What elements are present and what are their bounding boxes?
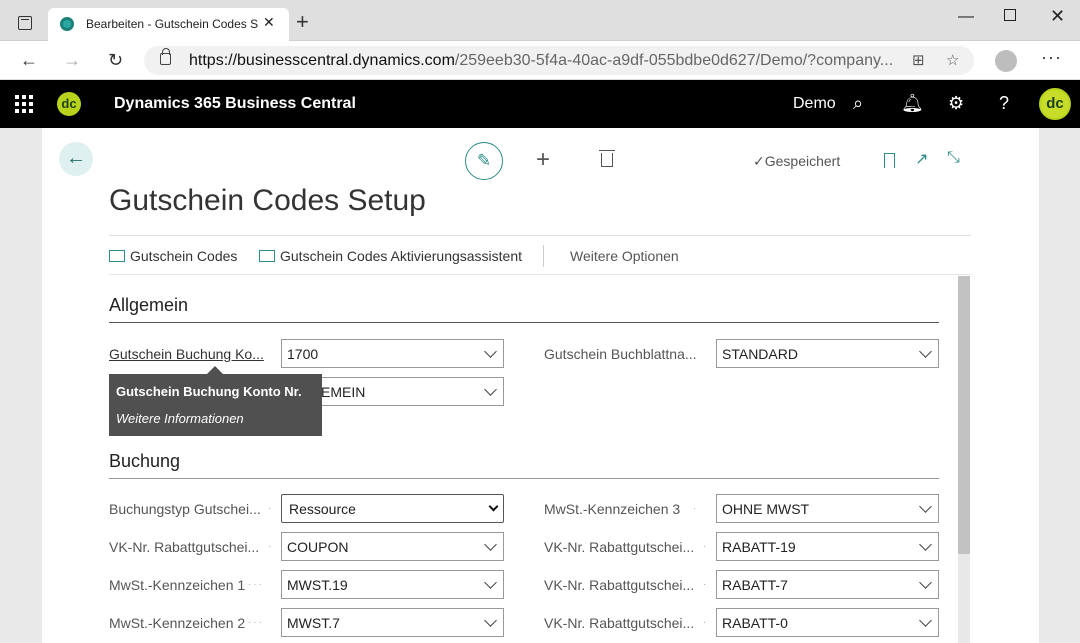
wizard-icon xyxy=(259,250,275,262)
bc-favicon-icon xyxy=(60,17,74,31)
field-label-mwst-1: MwSt.-Kennzeichen 1 xyxy=(109,577,246,593)
company-logo: dc xyxy=(57,92,81,116)
chevron-down-icon[interactable] xyxy=(919,345,932,358)
vk-nr-coupon-field[interactable]: COUPON xyxy=(281,532,504,561)
window-close-icon[interactable]: ✕ xyxy=(1050,6,1065,27)
label-dots: · xyxy=(703,617,709,628)
app-title[interactable]: Dynamics 365 Business Central xyxy=(114,95,356,113)
buchung-konto-field[interactable]: 1700 xyxy=(281,339,504,368)
mwst-1-field[interactable]: MWST.19 xyxy=(281,570,504,599)
maximize-icon[interactable] xyxy=(1004,9,1016,21)
browser-tab[interactable]: Bearbeiten - Gutschein Codes Se ✕ xyxy=(48,8,289,41)
minimize-icon[interactable]: — xyxy=(958,8,974,26)
action-bar: Gutschein Codes Gutschein Codes Aktivier… xyxy=(109,235,971,275)
delete-icon[interactable] xyxy=(599,150,615,167)
gear-icon[interactable]: ⚙ xyxy=(948,93,964,114)
field-label-buchblattname: Gutschein Buchblattna... xyxy=(544,346,697,362)
help-icon[interactable]: ? xyxy=(999,93,1009,114)
chevron-down-icon[interactable] xyxy=(484,576,497,589)
field-tooltip: Gutschein Buchung Konto Nr. Weitere Info… xyxy=(109,366,322,436)
tooltip-more-info-link[interactable]: Weitere Informationen xyxy=(116,411,315,426)
new-button[interactable]: + xyxy=(536,146,550,174)
tab-close-icon[interactable]: ✕ xyxy=(263,14,275,31)
buchungstyp-select[interactable]: Ressource xyxy=(281,494,504,523)
edit-button[interactable]: ✎ xyxy=(465,142,503,180)
label-dots: · xyxy=(268,541,274,552)
browser-back-icon[interactable]: ← xyxy=(20,50,38,71)
buchblattname-field[interactable]: STANDARD xyxy=(716,339,939,368)
bell-icon[interactable]: 🔔︎ xyxy=(901,93,924,114)
chevron-down-icon[interactable] xyxy=(919,576,932,589)
reload-icon[interactable]: ↻ xyxy=(108,50,123,71)
label-dots: · xyxy=(703,579,709,590)
url-field[interactable]: https://businesscentral.dynamics.com/259… xyxy=(144,46,974,75)
field-label-buchungstyp: Buchungstyp Gutschei... xyxy=(109,501,261,517)
field-label-vk-nr-0: VK-Nr. Rabattgutschei... xyxy=(544,615,695,631)
chevron-down-icon[interactable] xyxy=(919,500,932,513)
chevron-down-icon[interactable] xyxy=(484,614,497,627)
avatar[interactable]: dc xyxy=(1039,88,1071,120)
field-label-vk-nr-19: VK-Nr. Rabattgutschei... xyxy=(544,539,695,555)
action-separator xyxy=(543,245,544,267)
browser-address-bar: ← → ↻ https://businesscentral.dynamics.c… xyxy=(0,41,1080,80)
field-label-mwst-3: MwSt.-Kennzeichen 3 xyxy=(544,501,681,517)
chevron-down-icon[interactable] xyxy=(484,345,497,358)
label-dots: · xyxy=(703,541,709,552)
mwst-2-field[interactable]: MWST.7 xyxy=(281,608,504,637)
wizard-action[interactable]: Gutschein Codes Aktivierungsassistent xyxy=(259,248,522,264)
section-allgemein-header[interactable]: Allgemein xyxy=(109,295,939,323)
mwst-3-field[interactable]: OHNE MWST xyxy=(716,494,939,523)
chevron-down-icon[interactable] xyxy=(484,383,497,396)
page-card: ← ✎ + ✓Gespeichert ↗ ⤡ Gutschein Codes S… xyxy=(42,128,1039,643)
vk-nr-rabatt-19-field[interactable]: RABATT-19 xyxy=(716,532,939,561)
new-tab-icon[interactable]: + xyxy=(296,9,309,35)
more-options-action[interactable]: Weitere Optionen xyxy=(570,248,679,264)
chevron-down-icon[interactable] xyxy=(919,614,932,627)
section-buchung-header[interactable]: Buchung xyxy=(109,451,939,479)
tooltip-title: Gutschein Buchung Konto Nr. xyxy=(116,384,302,399)
url-text[interactable]: https://businesscentral.dynamics.com/259… xyxy=(189,52,901,70)
collapse-icon[interactable]: ⤡ xyxy=(947,149,960,167)
browser-menu-icon[interactable]: ··· xyxy=(1041,47,1062,68)
label-dots: ··· xyxy=(248,617,264,628)
field-label-vk-nr-7: VK-Nr. Rabattgutschei... xyxy=(544,577,695,593)
field-label-vk-nr-1: VK-Nr. Rabattgutschei... xyxy=(109,539,260,555)
browser-forward-icon[interactable]: → xyxy=(63,50,81,71)
page-scrollbar[interactable] xyxy=(958,276,970,643)
back-button[interactable]: ← xyxy=(59,142,93,176)
list-icon xyxy=(109,250,125,262)
app-header: dc Dynamics 365 Business Central Demo ⌕ … xyxy=(0,80,1080,128)
chevron-down-icon[interactable] xyxy=(488,501,499,512)
label-dots: ··· xyxy=(248,579,264,590)
vk-nr-rabatt-7-field[interactable]: RABATT-7 xyxy=(716,570,939,599)
company-name[interactable]: Demo xyxy=(793,95,836,113)
app-launcher-icon[interactable] xyxy=(15,95,33,113)
chevron-down-icon[interactable] xyxy=(484,538,497,551)
immersive-reader-icon[interactable]: ⊞ xyxy=(912,51,925,69)
page-title: Gutschein Codes Setup xyxy=(109,184,426,217)
saved-status: ✓Gespeichert xyxy=(753,153,841,169)
tab-title: Bearbeiten - Gutschein Codes Se xyxy=(86,17,258,31)
lock-icon[interactable] xyxy=(160,48,171,65)
vk-nr-rabatt-0-field[interactable]: RABATT-0 xyxy=(716,608,939,637)
tab-actions-icon[interactable] xyxy=(18,16,32,30)
bookmark-icon[interactable] xyxy=(884,153,895,168)
label-dots: · xyxy=(268,503,274,514)
gutschein-codes-action[interactable]: Gutschein Codes xyxy=(109,248,237,264)
open-new-window-icon[interactable]: ↗ xyxy=(915,149,928,169)
profile-icon[interactable] xyxy=(995,50,1017,72)
field-label-buchung-konto[interactable]: Gutschein Buchung Ko... xyxy=(109,346,264,362)
search-icon[interactable]: ⌕ xyxy=(853,93,863,114)
scrollbar-thumb[interactable] xyxy=(958,276,970,554)
add-favorite-icon[interactable]: ☆ xyxy=(946,51,959,69)
chevron-down-icon[interactable] xyxy=(919,538,932,551)
label-dots: · xyxy=(693,503,699,514)
browser-tab-bar: Bearbeiten - Gutschein Codes Se ✕ + — ✕ xyxy=(0,0,1080,41)
field-label-mwst-2: MwSt.-Kennzeichen 2 xyxy=(109,615,246,631)
